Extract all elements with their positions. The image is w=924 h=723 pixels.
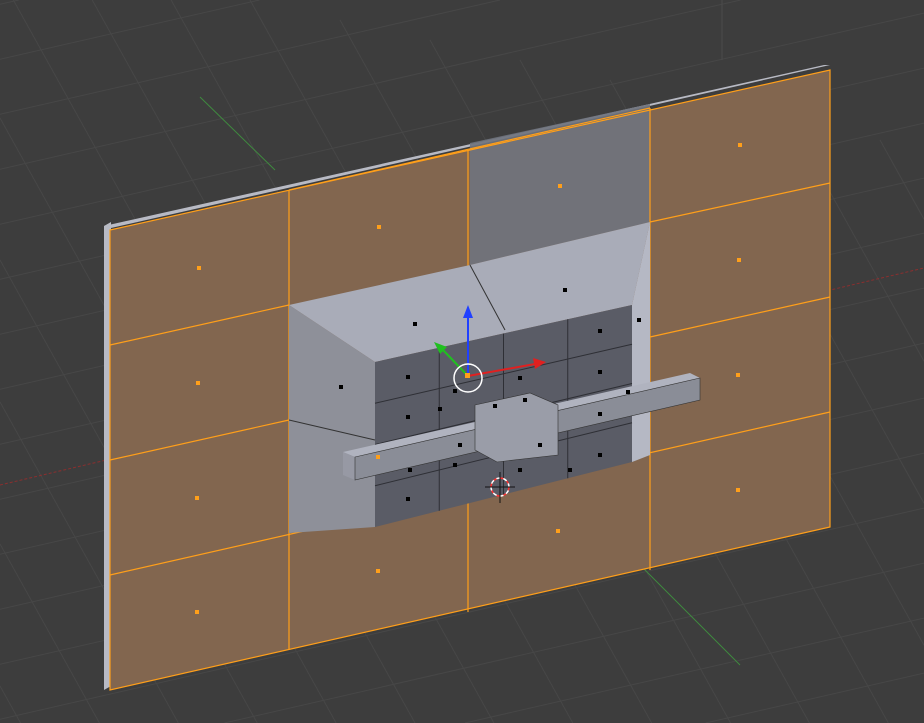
face-center-dot — [195, 496, 199, 500]
face-center-dot — [453, 389, 457, 393]
face-center-dot — [556, 529, 560, 533]
face-center-dot — [538, 443, 542, 447]
face-center-dot — [408, 468, 412, 472]
face-center-dot — [518, 376, 522, 380]
face-center-dot — [736, 488, 740, 492]
grid-line — [0, 685, 21, 723]
bar-block — [474, 392, 559, 463]
face-center-dot — [406, 497, 410, 501]
face-center-dot — [637, 318, 641, 322]
face-center-dot — [626, 390, 630, 394]
face-center-dot — [197, 266, 201, 270]
face-center-dot — [598, 412, 602, 416]
face-center-dot — [377, 225, 381, 229]
face-center-dot — [376, 455, 380, 459]
face-center-dot — [196, 381, 200, 385]
face-center-dot — [453, 463, 457, 467]
grid-line — [0, 543, 100, 723]
face-center-dot — [563, 288, 567, 292]
face-center-dot — [558, 184, 562, 188]
face-center-dot — [438, 407, 442, 411]
face-center-dot — [406, 415, 410, 419]
face-center-dot — [523, 398, 527, 402]
face-center-dot — [568, 468, 572, 472]
face-center-dot — [598, 370, 602, 374]
face-center-dot — [598, 329, 602, 333]
face-center-dot — [195, 610, 199, 614]
grid-line — [0, 0, 260, 60]
face-center-dot — [406, 375, 410, 379]
face-center-dot — [518, 468, 522, 472]
grid-line — [0, 0, 501, 115]
viewport-scene[interactable] — [0, 0, 924, 723]
face-center-dot — [598, 453, 602, 457]
face-center-dot — [736, 373, 740, 377]
face-center-dot — [738, 143, 742, 147]
grid-line — [464, 617, 924, 723]
face-center-dot — [339, 385, 343, 389]
grid-line — [705, 672, 924, 723]
origin-point — [465, 373, 470, 378]
face-center-dot — [493, 404, 497, 408]
face-center-dot — [413, 322, 417, 326]
face-center-dot — [737, 258, 741, 262]
grid-line — [0, 0, 19, 5]
face-center-dot — [458, 443, 462, 447]
face-center-dot — [376, 569, 380, 573]
y-axis-line — [199, 96, 276, 171]
3d-viewport[interactable] — [0, 0, 924, 723]
